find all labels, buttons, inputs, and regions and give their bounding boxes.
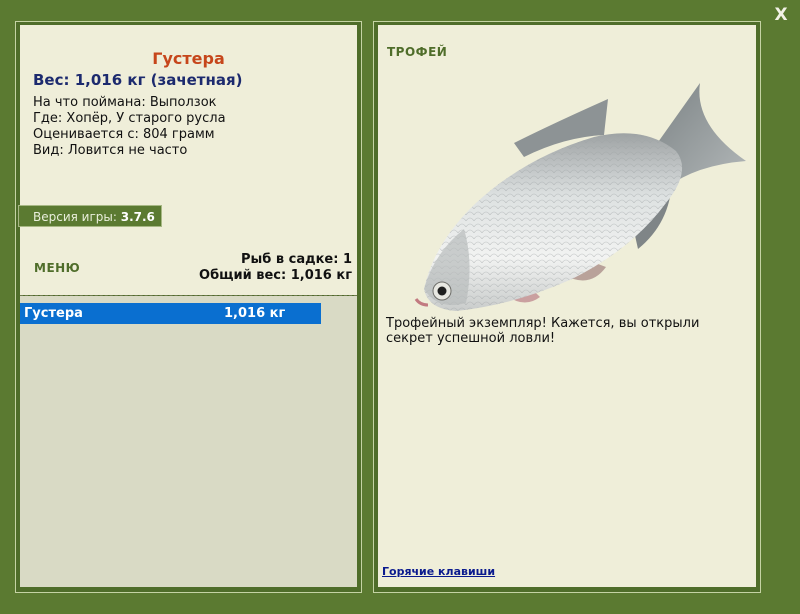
hotkeys-link[interactable]: Горячие клавиши: [382, 565, 495, 578]
menu-button[interactable]: МЕНЮ: [34, 261, 80, 275]
version-value: 3.7.6: [120, 210, 155, 224]
fish-image: [414, 83, 746, 311]
version-label: Версия игры:: [33, 210, 117, 224]
bait-info: На что поймана: Выползок: [33, 95, 217, 110]
fish-weight: Вес: 1,016 кг (зачетная): [33, 71, 243, 89]
trophy-panel: ТРОФЕЙ Трофейный экземпляр! Кажется, вы …: [378, 25, 756, 587]
close-button[interactable]: X: [772, 6, 790, 24]
catch-weight: 1,016 кг: [224, 306, 286, 321]
valuation-info: Оценивается с: 804 грамм: [33, 127, 215, 142]
list-item[interactable]: Густера 1,016 кг: [20, 303, 321, 324]
rarity-info: Вид: Ловится не часто: [33, 143, 188, 158]
game-version-bar: Версия игры: 3.7.6: [18, 205, 162, 227]
total-weight: Общий вес: 1,016 кг: [199, 268, 352, 283]
keepnet-list: Густера 1,016 кг: [20, 296, 357, 587]
fish-count: Рыб в садке: 1: [240, 252, 352, 267]
fish-name: Густера: [152, 49, 225, 68]
location-info: Где: Хопёр, У старого русла: [33, 111, 226, 126]
catch-name: Густера: [24, 306, 83, 321]
trophy-description: Трофейный экземпляр! Кажется, вы открыли…: [386, 316, 700, 346]
fish-info-panel: Густера Вес: 1,016 кг (зачетная) На что …: [18, 25, 357, 295]
keepnet-stats: Рыб в садке: 1 Общий вес: 1,016 кг: [199, 252, 352, 284]
